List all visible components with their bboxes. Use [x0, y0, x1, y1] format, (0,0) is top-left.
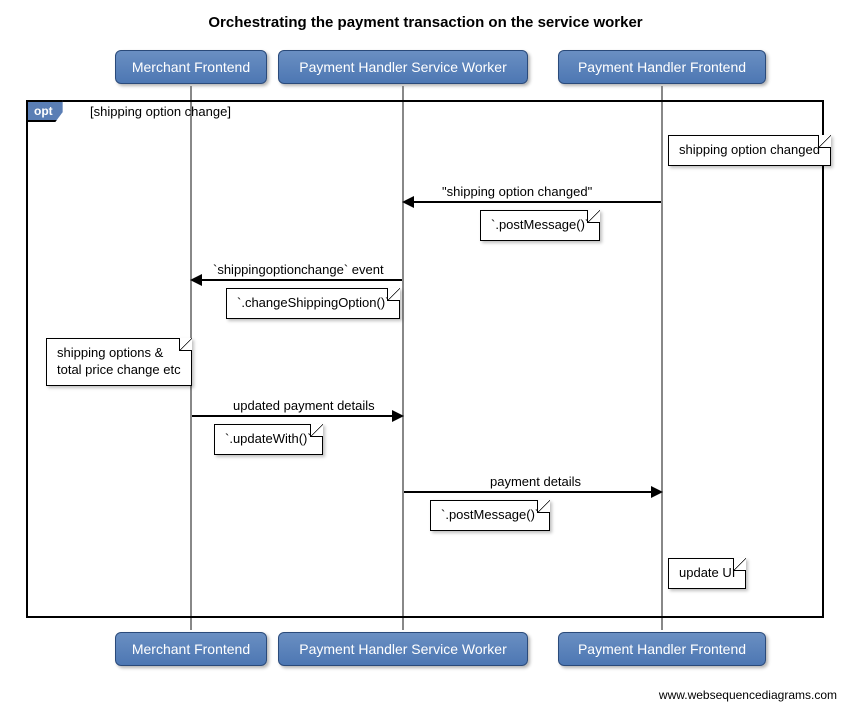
arrowhead-1 [402, 196, 414, 208]
note-changeshippingoption: `.changeShippingOption()` [226, 288, 400, 319]
arrowhead-2 [190, 274, 202, 286]
participant-handler-frontend-bottom: Payment Handler Frontend [558, 632, 766, 666]
participant-merchant-frontend-bottom: Merchant Frontend [115, 632, 267, 666]
note-line1: shipping options & [57, 345, 163, 360]
participant-merchant-frontend-top: Merchant Frontend [115, 50, 267, 84]
arrowhead-3 [392, 410, 404, 422]
note-update-ui: update UI [668, 558, 746, 589]
note-shipping-option-changed: shipping option changed [668, 135, 831, 166]
participant-handler-frontend-top: Payment Handler Frontend [558, 50, 766, 84]
message-line-4 [404, 491, 651, 493]
opt-label: opt [26, 100, 63, 122]
diagram-title: Orchestrating the payment transaction on… [0, 0, 851, 39]
arrowhead-4 [651, 486, 663, 498]
message-label-shippingoptionchange: `shippingoptionchange` event [213, 262, 384, 277]
message-line-2 [192, 279, 402, 281]
note-shipping-options-total-price: shipping options & total price change et… [46, 338, 192, 386]
message-label-updated-details: updated payment details [233, 398, 375, 413]
watermark: www.websequencediagrams.com [659, 688, 837, 702]
participant-service-worker-bottom: Payment Handler Service Worker [278, 632, 528, 666]
opt-guard: [shipping option change] [90, 104, 231, 119]
message-label-payment-details: payment details [490, 474, 581, 489]
message-line-3 [192, 415, 392, 417]
note-postmessage-1: `.postMessage()` [480, 210, 600, 241]
note-line2: total price change etc [57, 362, 181, 377]
message-line-1 [404, 201, 661, 203]
note-postmessage-2: `.postMessage()` [430, 500, 550, 531]
note-updatewith: `.updateWith()` [214, 424, 323, 455]
message-label-shipping-option-changed: "shipping option changed" [442, 184, 592, 199]
participant-service-worker-top: Payment Handler Service Worker [278, 50, 528, 84]
